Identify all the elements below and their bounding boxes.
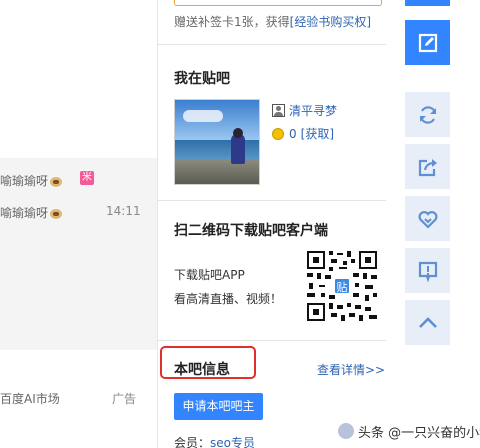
edit-icon [418, 33, 437, 52]
section-divider [158, 340, 386, 341]
report-button[interactable] [405, 248, 450, 293]
favorite-button[interactable] [405, 196, 450, 241]
sign-in-box[interactable] [174, 0, 382, 6]
my-bar-title: 我在贴吧 [174, 71, 230, 87]
dog-emoji-icon [50, 208, 63, 219]
feed-timestamp: 14:11 [106, 204, 141, 218]
report-icon [418, 261, 437, 282]
coin-count: 0 [289, 127, 297, 141]
user-level-icon [272, 104, 285, 117]
feed-author-name: 喻瑜瑜呀 [0, 174, 49, 188]
watermark: 头条 @一只兴奋的小猪 [338, 418, 480, 444]
coins-row: 0 [获取] [272, 125, 334, 142]
username-link[interactable]: 清平寻梦 [289, 104, 337, 118]
section-divider [158, 44, 386, 45]
user-avatar[interactable] [174, 99, 260, 185]
feed-column: 喻瑜瑜呀 米 喻瑜瑜呀 14:11 百度AI市场 广告 [0, 0, 157, 448]
claim-coins-link[interactable]: [获取] [301, 127, 334, 141]
app-feature-line: 看高清直播、视频！ [174, 292, 283, 306]
member-label: 会员： [174, 436, 211, 448]
share-icon [418, 158, 437, 176]
feed-reply-name: 喻瑜瑜呀 [0, 206, 49, 220]
ad-label: 广告 [112, 392, 137, 406]
refresh-icon [419, 105, 436, 124]
toolbar-top-button[interactable] [405, 0, 450, 6]
coin-icon [272, 128, 284, 140]
exp-book-link[interactable]: [经验书购买权] [290, 15, 371, 29]
share-button[interactable] [405, 144, 450, 189]
dog-emoji-icon [50, 176, 63, 187]
app-download-title: 扫二维码下载贴吧客户端 [174, 223, 328, 239]
member-badge: 米 [80, 171, 94, 185]
sign-in-reward: 赠送补签卡1张，获得[经验书购买权] [174, 13, 371, 30]
member-name-link[interactable]: seo专员 [210, 436, 255, 448]
refresh-button[interactable] [405, 92, 450, 137]
watermark-text: 头条 @一只兴奋的小猪 [358, 425, 480, 441]
feed-reply-author[interactable]: 喻瑜瑜呀 [0, 204, 63, 221]
back-to-top-button[interactable] [405, 300, 450, 345]
section-divider [158, 200, 386, 201]
tieba-logo-icon: 贴 [333, 277, 351, 295]
favorite-icon [418, 210, 437, 229]
reward-text: 赠送补签卡1张，获得 [174, 15, 290, 29]
apply-bar-owner-button[interactable]: 申请本吧吧主 [174, 393, 263, 420]
chevron-up-icon [418, 316, 437, 328]
ad-source[interactable]: 百度AI市场 [0, 390, 60, 407]
post-button[interactable] [405, 20, 450, 65]
member-row: 会员：seo专员 [174, 434, 255, 448]
bar-info-title: 本吧信息 [174, 362, 230, 378]
view-details-link[interactable]: 查看详情>> [317, 361, 385, 378]
app-download-line: 下载贴吧APP [174, 268, 245, 282]
feed-post-author[interactable]: 喻瑜瑜呀 [0, 172, 63, 189]
username-row: 清平寻梦 [272, 102, 337, 119]
watermark-logo-icon [338, 423, 354, 439]
